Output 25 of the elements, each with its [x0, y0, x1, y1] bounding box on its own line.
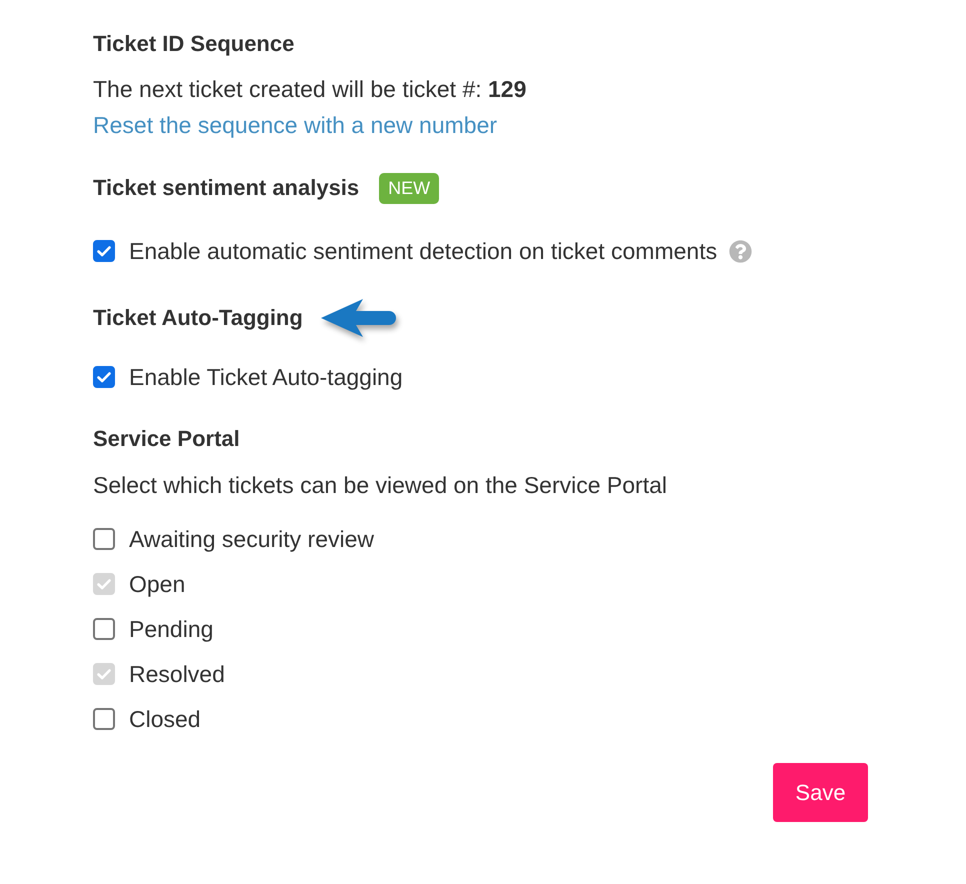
- new-badge: NEW: [379, 172, 440, 204]
- service-portal-description: Select which tickets can be viewed on the Service Portal: [93, 471, 668, 499]
- checkbox-label: Closed: [129, 705, 201, 734]
- checkbox-label: Open: [129, 570, 186, 599]
- checkmark-icon: [97, 668, 111, 680]
- checkbox[interactable]: [93, 240, 115, 262]
- checkmark-icon: [97, 578, 111, 590]
- section-heading: Ticket ID Sequence: [93, 30, 294, 58]
- checkbox-label: Resolved: [129, 660, 225, 689]
- checkbox-label: Pending: [129, 615, 214, 644]
- checkbox-label: Enable automatic sentiment detection on ticket comments: [129, 237, 718, 266]
- checkbox[interactable]: [93, 618, 115, 640]
- checkbox[interactable]: [93, 528, 115, 550]
- checkbox[interactable]: [93, 366, 115, 388]
- section-heading: Ticket Auto-Tagging: [93, 304, 303, 332]
- save-button[interactable]: Save: [773, 763, 868, 822]
- checkmark-icon: [97, 246, 111, 256]
- section-heading: Ticket sentiment analysis: [93, 174, 360, 202]
- checkbox-label: Awaiting security review: [129, 525, 374, 554]
- checkbox-label: Enable Ticket Auto-tagging: [129, 363, 403, 392]
- reset-sequence-link[interactable]: Reset the sequence with a new number: [93, 107, 498, 143]
- checkmark-icon: [97, 372, 111, 382]
- section-heading: Service Portal: [93, 425, 240, 453]
- checkbox[interactable]: [93, 708, 115, 730]
- next-ticket-text: The next ticket created will be ticket #: 129: [93, 75, 526, 104]
